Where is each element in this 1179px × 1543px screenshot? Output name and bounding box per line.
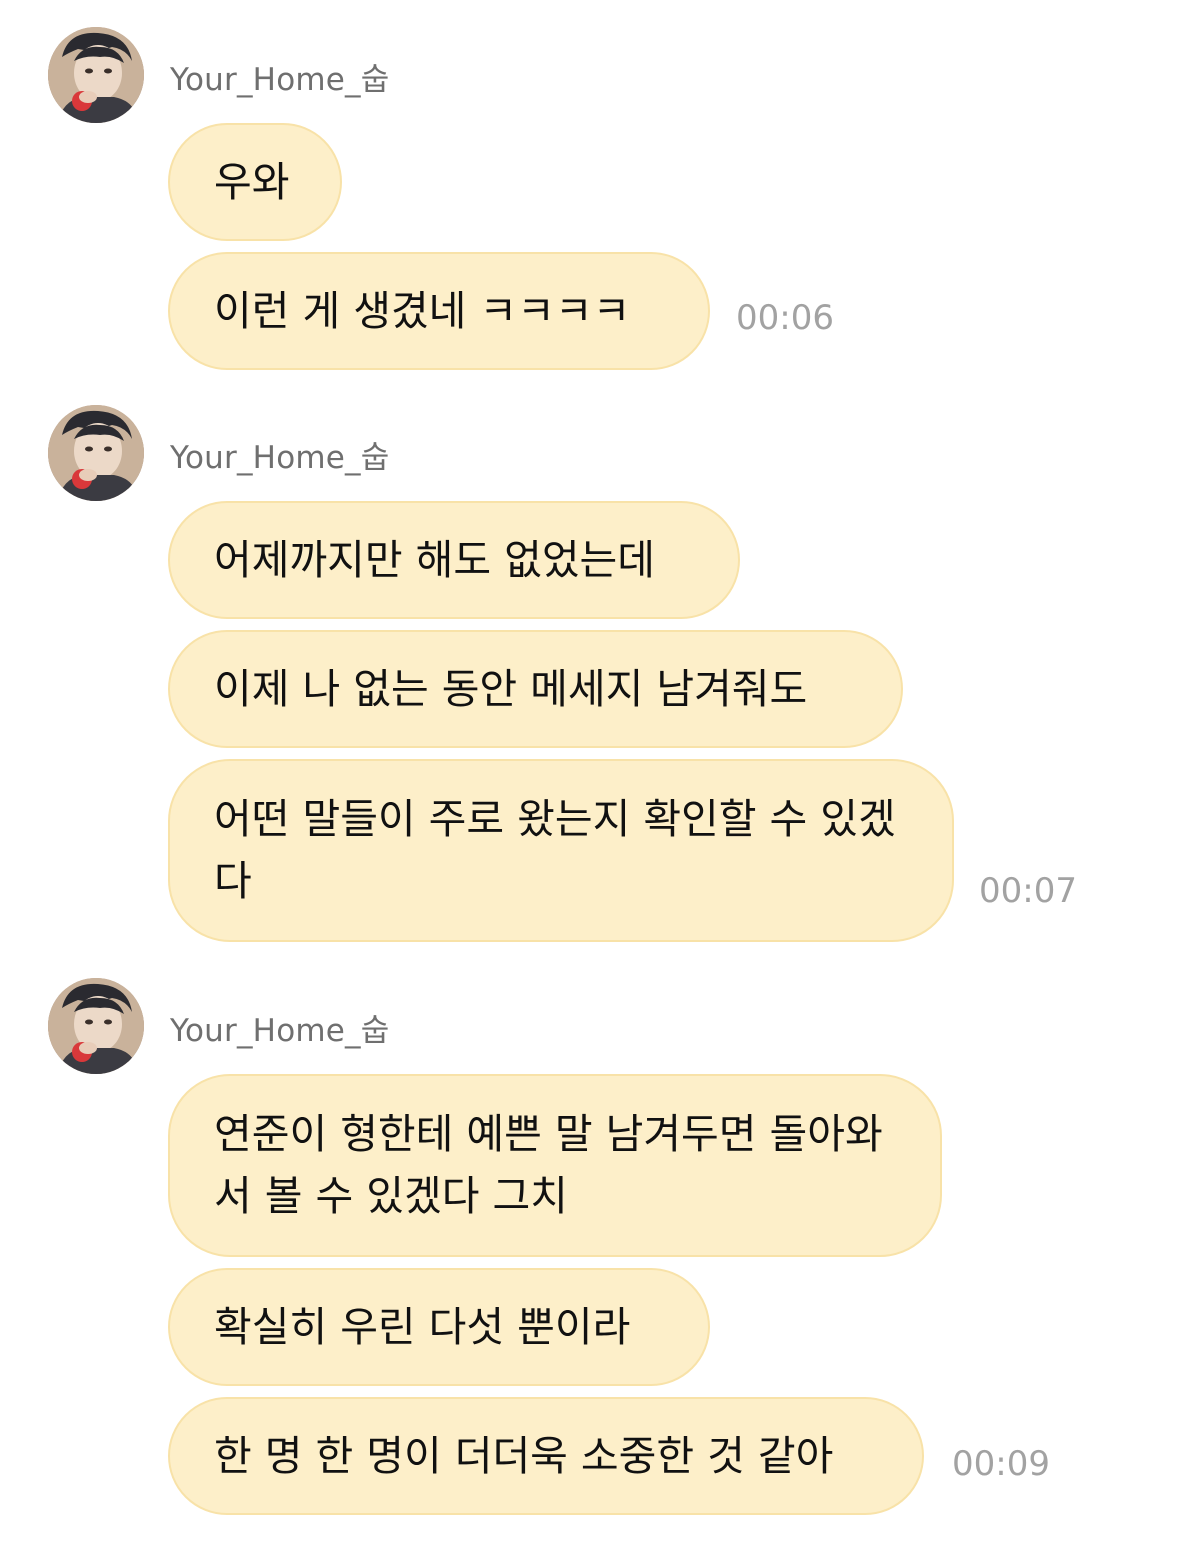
profile-photo-icon bbox=[48, 27, 144, 123]
message-bubble[interactable]: 우와 bbox=[168, 123, 342, 241]
message-bubble[interactable]: 어떤 말들이 주로 왔는지 확인할 수 있겠다 bbox=[168, 759, 954, 942]
message-text: 이제 나 없는 동안 메세지 남겨줘도 bbox=[214, 665, 808, 713]
message-bubble[interactable]: 연준이 형한테 예쁜 말 남겨두면 돌아와서 볼 수 있겠다 그치 bbox=[168, 1074, 942, 1257]
avatar[interactable] bbox=[48, 27, 144, 123]
avatar[interactable] bbox=[48, 978, 144, 1074]
sender-name[interactable]: Your_Home_숩 bbox=[170, 432, 389, 477]
message-text: 한 명 한 명이 더더욱 소중한 것 같아 bbox=[214, 1432, 834, 1480]
sender-name[interactable]: Your_Home_숩 bbox=[170, 1005, 389, 1050]
profile-photo-icon bbox=[48, 978, 144, 1074]
message-text: 이런 게 생겼네 ㅋㅋㅋㅋ bbox=[214, 287, 631, 335]
sender-name[interactable]: Your_Home_숩 bbox=[170, 54, 389, 99]
message-timestamp: 00:09 bbox=[952, 1444, 1050, 1484]
message-bubble[interactable]: 확실히 우린 다섯 뿐이라 bbox=[168, 1268, 710, 1386]
message-bubble[interactable]: 어제까지만 해도 없었는데 bbox=[168, 501, 740, 619]
profile-photo-icon bbox=[48, 405, 144, 501]
message-bubble[interactable]: 이런 게 생겼네 ㅋㅋㅋㅋ bbox=[168, 252, 710, 370]
avatar[interactable] bbox=[48, 405, 144, 501]
message-text: 우와 bbox=[214, 158, 290, 206]
message-text: 연준이 형한테 예쁜 말 남겨두면 돌아와서 볼 수 있겠다 그치 bbox=[214, 1110, 883, 1220]
message-text: 확실히 우린 다섯 뿐이라 bbox=[214, 1303, 631, 1351]
message-timestamp: 00:07 bbox=[979, 871, 1077, 911]
message-text: 어떤 말들이 주로 왔는지 확인할 수 있겠다 bbox=[214, 795, 896, 905]
message-timestamp: 00:06 bbox=[736, 298, 834, 338]
message-text: 어제까지만 해도 없었는데 bbox=[214, 536, 655, 584]
message-bubble[interactable]: 이제 나 없는 동안 메세지 남겨줘도 bbox=[168, 630, 903, 748]
message-bubble[interactable]: 한 명 한 명이 더더욱 소중한 것 같아 bbox=[168, 1397, 924, 1515]
